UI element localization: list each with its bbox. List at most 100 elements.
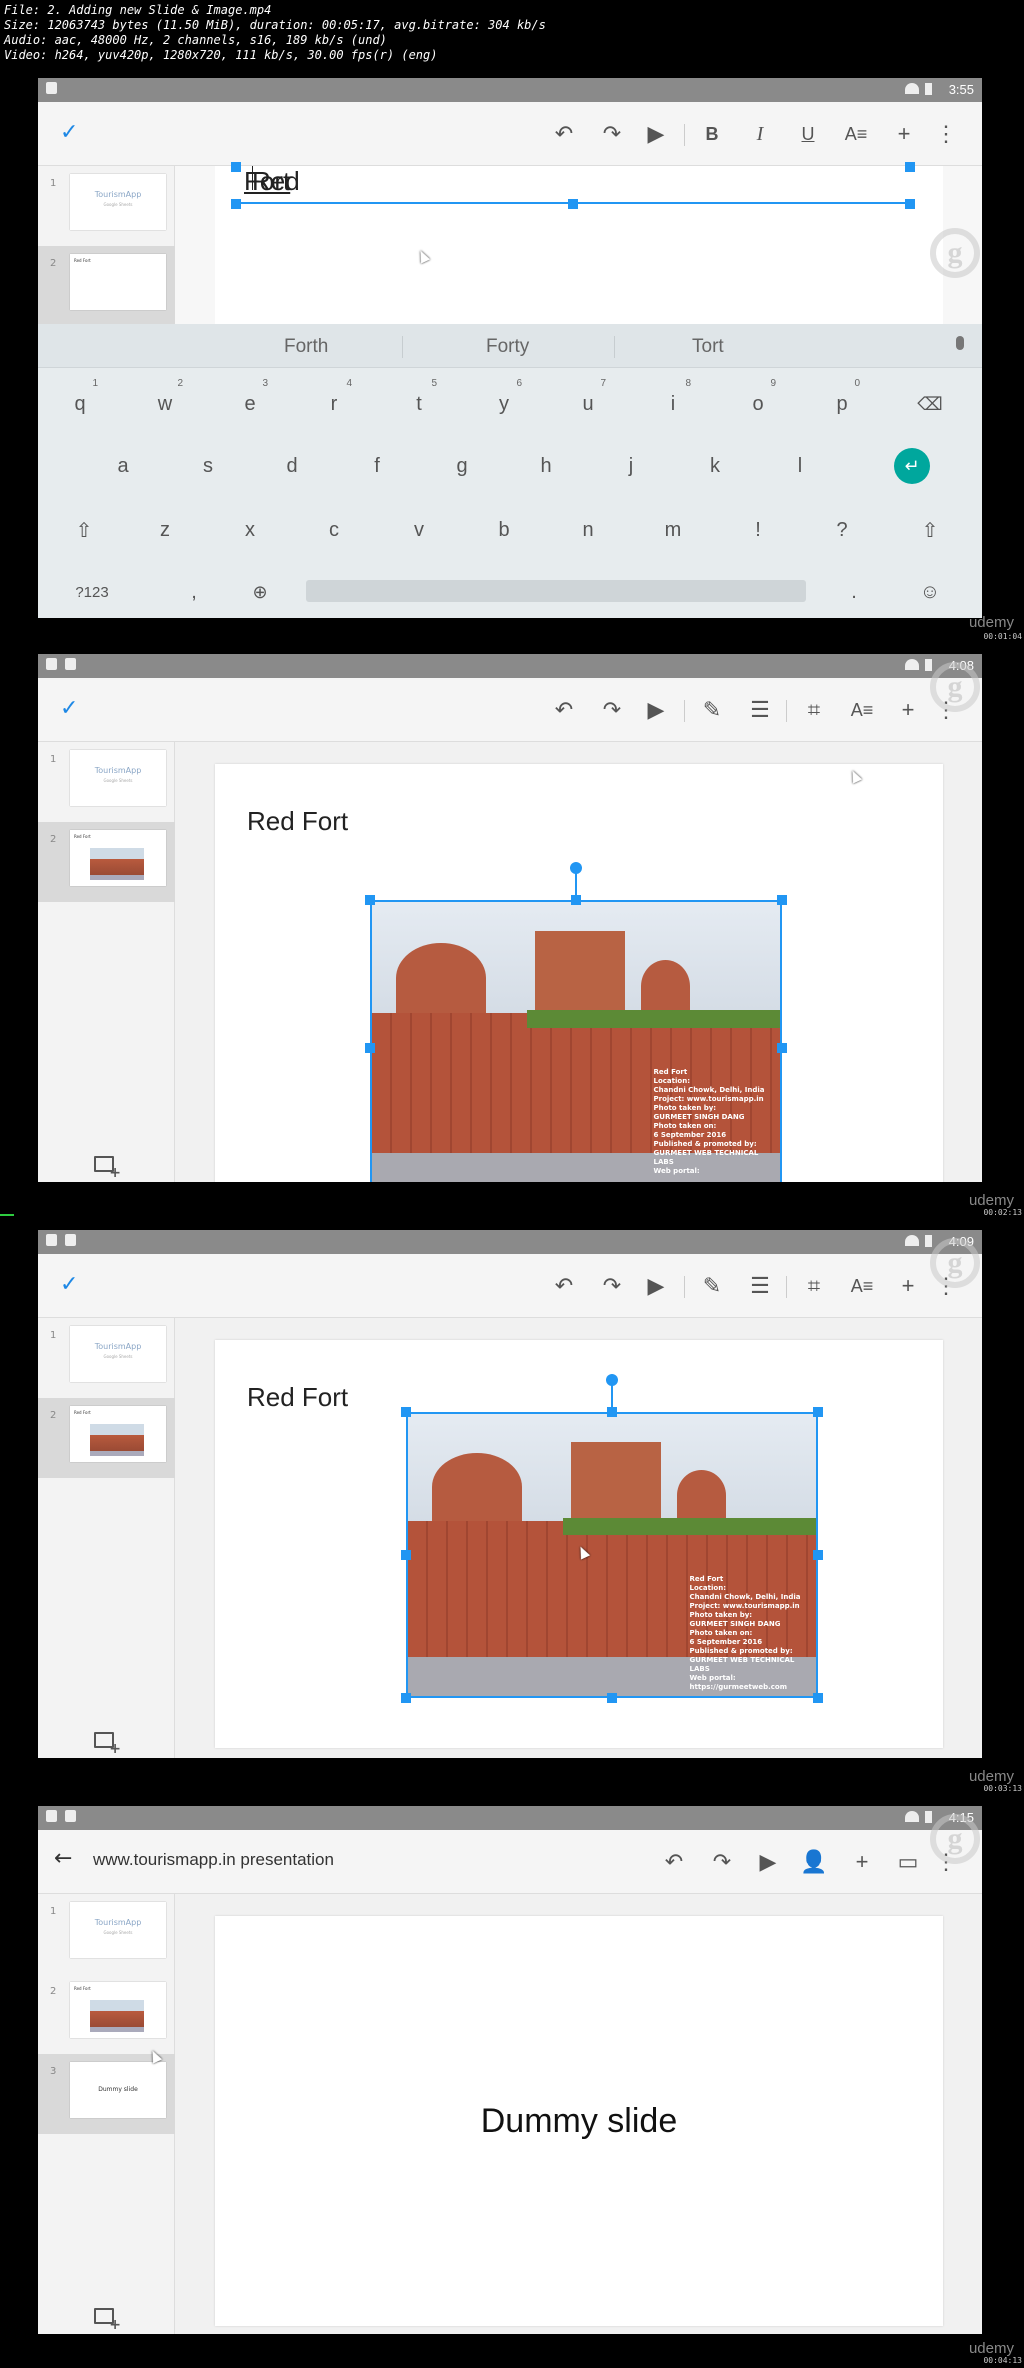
- backspace-icon[interactable]: ⌫: [910, 384, 950, 424]
- key[interactable]: e3: [230, 378, 270, 424]
- comment-icon[interactable]: ▭: [890, 1844, 926, 1880]
- undo-icon[interactable]: ↶: [546, 116, 582, 152]
- key[interactable]: !: [738, 510, 778, 550]
- play-icon[interactable]: ▶: [750, 1844, 786, 1880]
- plus-icon[interactable]: +: [886, 116, 922, 152]
- resize-handle[interactable]: [777, 1043, 787, 1053]
- slide-thumb-2[interactable]: 2 Red Fort: [38, 246, 175, 326]
- key[interactable]: j: [611, 446, 651, 486]
- more-vert-icon[interactable]: ⋮: [935, 116, 957, 152]
- resize-handle[interactable]: [607, 1407, 617, 1417]
- resize-handle[interactable]: [813, 1693, 823, 1703]
- play-icon[interactable]: ▶: [638, 116, 674, 152]
- key[interactable]: x: [230, 510, 270, 550]
- resize-handle[interactable]: [607, 1693, 617, 1703]
- text-format-icon[interactable]: A≡: [844, 1268, 880, 1304]
- slide-canvas[interactable]: Dummy slide: [215, 1916, 943, 2326]
- text-format-icon[interactable]: A≡: [844, 692, 880, 728]
- check-icon[interactable]: ✓: [60, 696, 78, 721]
- red-fort-image[interactable]: Red Fort Location: Chandni Chowk, Delhi,…: [370, 900, 782, 1194]
- key[interactable]: a: [103, 446, 143, 486]
- shift-icon[interactable]: ⇧: [64, 510, 104, 550]
- suggestion[interactable]: Forty: [486, 336, 529, 358]
- redo-icon[interactable]: ↷: [594, 692, 630, 728]
- comma-key[interactable]: ,: [174, 572, 214, 612]
- plus-icon[interactable]: +: [890, 1268, 926, 1304]
- key[interactable]: u7: [568, 378, 608, 424]
- resize-handle[interactable]: [777, 895, 787, 905]
- resize-handle[interactable]: [905, 199, 915, 209]
- resize-handle[interactable]: [231, 199, 241, 209]
- period-key[interactable]: .: [834, 572, 874, 612]
- underline-button[interactable]: U: [790, 116, 826, 152]
- add-person-icon[interactable]: 👤: [796, 1844, 832, 1880]
- slide-thumb-2[interactable]: 2 Red Fort: [38, 1974, 175, 2054]
- redo-icon[interactable]: ↷: [594, 116, 630, 152]
- resize-handle[interactable]: [365, 1043, 375, 1053]
- resize-handle[interactable]: [365, 895, 375, 905]
- space-key[interactable]: [306, 580, 806, 602]
- key[interactable]: v: [399, 510, 439, 550]
- resize-handle[interactable]: [231, 162, 241, 172]
- key[interactable]: h: [526, 446, 566, 486]
- play-icon[interactable]: ▶: [638, 692, 674, 728]
- add-slide-icon[interactable]: [94, 1732, 121, 1757]
- symbols-key[interactable]: ?123: [66, 572, 118, 612]
- resize-handle[interactable]: [401, 1550, 411, 1560]
- pencil-icon[interactable]: ✎: [694, 692, 730, 728]
- slide-thumb-2[interactable]: 2 Red Fort: [38, 822, 175, 902]
- key[interactable]: o9: [738, 378, 778, 424]
- slide-thumb-1[interactable]: 1 TourismApp Google Sheets: [38, 742, 175, 822]
- redo-icon[interactable]: ↷: [704, 1844, 740, 1880]
- resize-handle[interactable]: [401, 1407, 411, 1417]
- rotation-handle[interactable]: [606, 1374, 618, 1386]
- plus-icon[interactable]: +: [890, 692, 926, 728]
- align-icon[interactable]: ☰: [742, 1268, 778, 1304]
- key[interactable]: f: [357, 446, 397, 486]
- key[interactable]: p0: [822, 378, 862, 424]
- shift-icon[interactable]: ⇧: [910, 510, 950, 550]
- pencil-icon[interactable]: ✎: [694, 1268, 730, 1304]
- undo-icon[interactable]: ↶: [546, 1268, 582, 1304]
- suggestion[interactable]: Tort: [692, 336, 724, 358]
- add-slide-icon[interactable]: [94, 1156, 121, 1181]
- key[interactable]: k: [695, 446, 735, 486]
- key[interactable]: y6: [484, 378, 524, 424]
- key[interactable]: q1: [60, 378, 100, 424]
- globe-icon[interactable]: ⊕: [240, 572, 280, 612]
- key[interactable]: i8: [653, 378, 693, 424]
- text-format-icon[interactable]: A≡: [838, 116, 874, 152]
- resize-handle[interactable]: [813, 1550, 823, 1560]
- undo-icon[interactable]: ↶: [656, 1844, 692, 1880]
- resize-handle[interactable]: [568, 199, 578, 209]
- align-icon[interactable]: ☰: [742, 692, 778, 728]
- emoji-icon[interactable]: ☺: [910, 572, 950, 612]
- key[interactable]: n: [568, 510, 608, 550]
- suggestion[interactable]: Forth: [284, 336, 328, 358]
- slide-thumb-1[interactable]: 1 TourismApp Google Sheets: [38, 1894, 175, 1974]
- key[interactable]: z: [145, 510, 185, 550]
- key[interactable]: l: [780, 446, 820, 486]
- play-icon[interactable]: ▶: [638, 1268, 674, 1304]
- resize-handle[interactable]: [905, 162, 915, 172]
- italic-button[interactable]: I: [742, 116, 778, 152]
- bold-button[interactable]: B: [694, 116, 730, 152]
- key[interactable]: g: [442, 446, 482, 486]
- crop-icon[interactable]: ⌗: [796, 692, 832, 728]
- key[interactable]: c: [314, 510, 354, 550]
- resize-handle[interactable]: [813, 1407, 823, 1417]
- enter-icon[interactable]: ↵: [894, 448, 930, 484]
- redo-icon[interactable]: ↷: [594, 1268, 630, 1304]
- key[interactable]: w2: [145, 378, 185, 424]
- red-fort-image[interactable]: Red Fort Location: Chandni Chowk, Delhi,…: [406, 1412, 818, 1698]
- crop-icon[interactable]: ⌗: [796, 1268, 832, 1304]
- rotation-handle[interactable]: [570, 862, 582, 874]
- resize-handle[interactable]: [571, 895, 581, 905]
- key[interactable]: b: [484, 510, 524, 550]
- add-slide-icon[interactable]: [94, 2308, 121, 2333]
- check-icon[interactable]: ✓: [60, 120, 78, 145]
- key[interactable]: d: [272, 446, 312, 486]
- resize-handle[interactable]: [401, 1693, 411, 1703]
- slide-thumb-2[interactable]: 2 Red Fort: [38, 1398, 175, 1478]
- slide-thumb-1[interactable]: 1 TourismApp Google Sheets: [38, 1318, 175, 1398]
